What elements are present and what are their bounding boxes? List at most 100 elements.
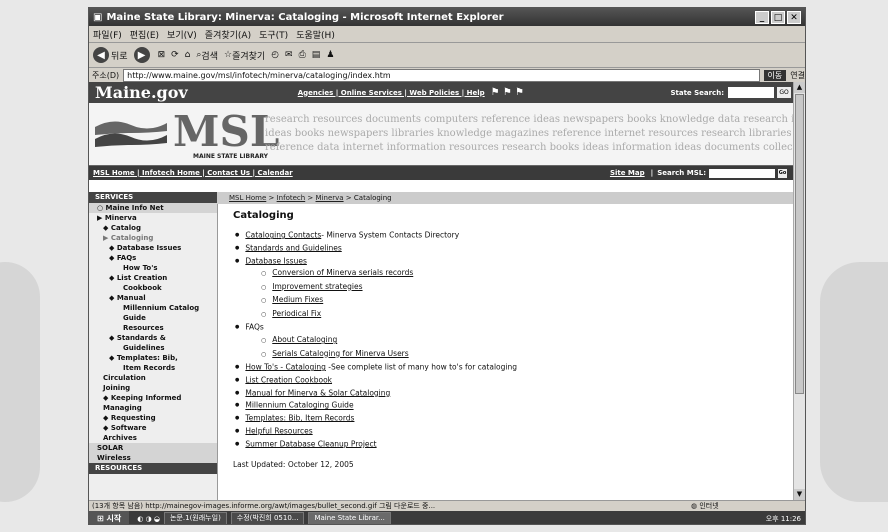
nav-links[interactable]: MSL Home | Infotech Home | Contact Us | … (93, 169, 293, 177)
stop-button[interactable]: ⊠ (158, 50, 166, 60)
print-button[interactable]: ⎙ (299, 50, 306, 60)
search-msl-input[interactable] (709, 168, 775, 178)
sidebar: SERVICES ○ Maine Info Net ▶ Minerva ◆ Cata… (89, 192, 218, 500)
list-link[interactable]: Millennium Cataloging Guide (245, 401, 353, 410)
sub-list-link[interactable]: Medium Fixes (272, 295, 323, 304)
sidebar-item[interactable]: ◆ Database Issues (89, 243, 217, 253)
page-content: Maine.gov Agencies | Online Services | W… (89, 82, 795, 500)
list-link[interactable]: Manual for Minerva & Solar Cataloging (245, 388, 390, 397)
scroll-up-arrow-icon[interactable]: ▲ (794, 82, 805, 93)
maximize-button[interactable]: □ (771, 10, 785, 24)
sidebar-bullet-icon: ◆ (109, 294, 117, 302)
breadcrumb: MSL Home > Infotech > Minerva > Catalogi… (217, 192, 795, 204)
menu-item[interactable]: 파일(F) (93, 28, 122, 41)
messenger-button[interactable]: ♟ (326, 50, 334, 60)
list-link[interactable]: Cataloging Contacts (245, 230, 321, 239)
links-button[interactable]: 연결 (790, 70, 805, 81)
sidebar-item[interactable]: ◆ Software (89, 423, 217, 433)
sidebar-item[interactable]: ◆ List Creation (89, 273, 217, 283)
search-msl-go-button[interactable]: Go (778, 168, 787, 178)
sub-list-link[interactable]: Improvement strategies (272, 282, 362, 291)
menu-item[interactable]: 도움말(H) (296, 28, 335, 41)
favorites-button[interactable]: ☆ 즐겨찾기 (224, 49, 265, 62)
list-link[interactable]: Summer Database Cleanup Project (245, 439, 376, 448)
sidebar-item[interactable]: ◆ Standards & (89, 333, 217, 343)
sidebar-item[interactable]: ▶ Cataloging (89, 233, 217, 243)
sidebar-item[interactable]: Circulation (89, 373, 217, 383)
scrollbar-thumb[interactable] (795, 94, 804, 394)
sidebar-item-label: Templates: Bib, (116, 354, 178, 362)
taskbar-item[interactable]: 수정(박진희 0510... (230, 512, 305, 524)
list-link[interactable]: Standards and Guidelines (245, 243, 341, 252)
sub-list-link[interactable]: About Cataloging (272, 335, 337, 344)
menu-item[interactable]: 보기(V) (167, 28, 197, 41)
maine-gov-logo[interactable]: Maine.gov (95, 83, 188, 102)
close-button[interactable]: ✕ (787, 10, 801, 24)
taskbar-item[interactable]: 논문.1(원래누일) (164, 512, 227, 524)
menu-item[interactable]: 도구(T) (259, 28, 288, 41)
search-button[interactable]: ⌕ 검색 (196, 49, 218, 62)
top-links[interactable]: Agencies | Online Services | Web Policie… (298, 89, 485, 97)
sidebar-item[interactable]: ◆ Requesting (89, 413, 217, 423)
sidebar-item[interactable]: ◆ Keeping Informed (89, 393, 217, 403)
back-arrow-icon: ◀ (93, 47, 109, 63)
sidebar-item[interactable]: Cookbook (89, 283, 217, 293)
sidebar-item[interactable]: Guide (89, 313, 217, 323)
list-link[interactable]: How To's - Cataloging (245, 362, 326, 371)
list-link[interactable]: Templates: Bib, Item Records (245, 413, 354, 422)
go-button[interactable]: 이동 (763, 70, 787, 81)
refresh-button[interactable]: ⟳ (171, 50, 179, 60)
list-item: How To's - Cataloging -See complete list… (235, 361, 795, 374)
sidebar-item[interactable]: Guidelines (89, 343, 217, 353)
site-map-link[interactable]: Site Map (610, 169, 645, 177)
start-button[interactable]: ⊞ 시작 (89, 511, 130, 524)
sidebar-item[interactable]: Archives (89, 433, 217, 443)
sidebar-item[interactable]: ▶ Minerva (89, 213, 217, 223)
list-link[interactable]: Database Issues (245, 256, 306, 265)
quick-launch-icons[interactable]: ◐ ◑ ◒ (137, 515, 160, 523)
history-button[interactable]: ◴ (271, 50, 279, 60)
sidebar-item[interactable]: ◆ FAQs (89, 253, 217, 263)
sub-list-link[interactable]: Periodical Fix (272, 309, 321, 318)
sidebar-item[interactable]: Wireless (89, 453, 217, 463)
back-button[interactable]: ◀ 뒤로 (93, 47, 128, 63)
sub-list-link[interactable]: Serials Cataloging for Minerva Users (272, 349, 408, 358)
sidebar-item[interactable]: How To's (89, 263, 217, 273)
mail-button[interactable]: ✉ (285, 50, 293, 60)
sidebar-item[interactable]: SOLAR (89, 443, 217, 453)
taskbar-item-active[interactable]: Maine State Librar... (308, 512, 391, 524)
mail-icon: ✉ (285, 50, 293, 60)
edit-button[interactable]: ▤ (312, 50, 321, 60)
list-link[interactable]: List Creation Cookbook (245, 375, 332, 384)
breadcrumb-infotech[interactable]: Infotech (277, 194, 306, 202)
address-input[interactable]: http://www.maine.gov/msl/infotech/minerv… (123, 69, 760, 82)
menu-item[interactable]: 편집(E) (130, 28, 159, 41)
sidebar-item[interactable]: Joining (89, 383, 217, 393)
sidebar-item[interactable]: Item Records (89, 363, 217, 373)
forward-button[interactable]: ▶ (133, 47, 152, 63)
minimize-button[interactable]: _ (755, 10, 769, 24)
sidebar-item[interactable]: Managing (89, 403, 217, 413)
sub-list-item: Periodical Fix (261, 308, 795, 322)
menu-item[interactable]: 즐겨찾기(A) (205, 28, 251, 41)
sidebar-item[interactable]: ◆ Templates: Bib, (89, 353, 217, 363)
sidebar-item-label: Resources (123, 324, 164, 332)
state-search-go-button[interactable]: GO (777, 87, 791, 98)
sidebar-item[interactable]: Millennium Catalog (89, 303, 217, 313)
scroll-down-arrow-icon[interactable]: ▼ (794, 489, 805, 500)
breadcrumb-minerva[interactable]: Minerva (316, 194, 344, 202)
sidebar-item[interactable]: ◆ Manual (89, 293, 217, 303)
sidebar-item[interactable]: ○ Maine Info Net (89, 203, 217, 213)
breadcrumb-msl-home[interactable]: MSL Home (229, 194, 266, 202)
home-button[interactable]: ⌂ (185, 50, 191, 60)
vertical-scrollbar[interactable]: ▲ ▼ (793, 82, 805, 500)
sidebar-item[interactable]: ◆ Catalog (89, 223, 217, 233)
breadcrumb-current: Cataloging (353, 194, 392, 202)
sub-list-link[interactable]: Conversion of Minerva serials records (272, 268, 413, 277)
sub-list-item: Medium Fixes (261, 294, 795, 308)
msl-banner: MSL MAINE STATE LIBRARY research resourc… (89, 103, 795, 166)
refresh-icon: ⟳ (171, 50, 179, 60)
state-search-input[interactable] (728, 87, 774, 98)
sidebar-item[interactable]: Resources (89, 323, 217, 333)
list-link[interactable]: Helpful Resources (245, 426, 312, 435)
